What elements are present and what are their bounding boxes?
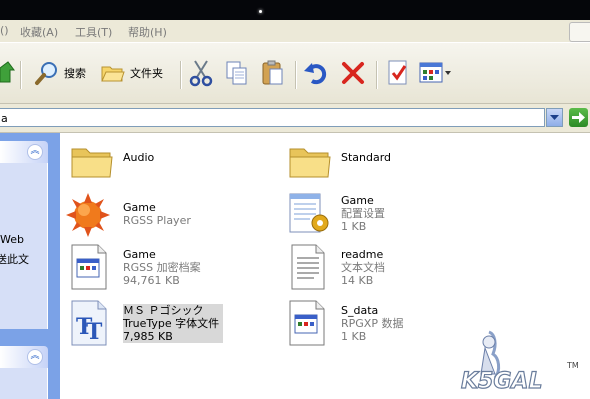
file-type: RGSS 加密档案 — [123, 261, 201, 274]
file-name: Standard — [341, 151, 392, 164]
file-item-game-config[interactable]: Game 配置设置 1 KB — [286, 191, 466, 243]
folder-icon — [71, 148, 113, 178]
folders-icon — [101, 66, 125, 82]
file-name: Game — [123, 201, 156, 214]
text-document-icon — [291, 244, 325, 290]
task-pane: ︽ Web 送此文 ︽ — [0, 133, 60, 399]
file-item-game-player[interactable]: Game RGSS Player — [64, 191, 244, 243]
file-item-sdata[interactable]: S_data RPGXP 数据 1 KB — [286, 299, 466, 351]
menu-item-partial[interactable]: () — [0, 24, 9, 37]
details-panel-header[interactable]: ︽ — [0, 346, 48, 368]
file-type: 文本文档 — [341, 261, 385, 274]
delete-x-icon — [342, 62, 364, 84]
svg-text:K5GAL: K5GAL — [461, 369, 542, 394]
task-panel-header[interactable]: ︽ — [0, 141, 48, 163]
details-panel-body — [0, 368, 48, 399]
file-item-readme[interactable]: readme 文本文档 14 KB — [286, 243, 466, 295]
address-bar: a — [0, 104, 590, 133]
file-size: 7,985 KB — [123, 330, 173, 343]
file-size: 94,761 KB — [123, 274, 180, 287]
menu-item-help[interactable]: 帮助(H) — [128, 24, 167, 40]
paste-button[interactable] — [260, 58, 286, 88]
go-button[interactable] — [569, 108, 588, 127]
file-name: Game — [341, 194, 374, 207]
views-icon — [419, 62, 451, 83]
search-icon — [35, 62, 57, 85]
task-panel-body: Web 送此文 — [0, 163, 48, 329]
file-type: TrueType 字体文件 — [123, 317, 220, 330]
menu-item-tools[interactable]: 工具(T) — [75, 24, 112, 40]
toolbar: 搜索 文件夹 — [0, 43, 590, 104]
cut-button[interactable] — [188, 58, 214, 88]
svg-text:T: T — [86, 319, 103, 345]
up-arrow-icon — [0, 61, 15, 83]
up-button[interactable] — [0, 58, 16, 88]
file-name: readme — [341, 248, 384, 261]
star-sparkle — [259, 10, 262, 13]
rgss-player-icon — [66, 193, 110, 237]
copy-button[interactable] — [224, 58, 250, 88]
menu-item-favorites[interactable]: 收藏(A) — [20, 24, 58, 40]
address-input[interactable]: a — [0, 108, 545, 127]
properties-button[interactable] — [386, 58, 410, 88]
task-link-web[interactable]: Web — [0, 233, 24, 246]
toolbar-separator — [376, 61, 378, 89]
copy-icon — [226, 61, 247, 85]
delete-button[interactable] — [340, 58, 366, 88]
collapse-icon[interactable]: ︽ — [27, 349, 43, 365]
undo-icon — [304, 63, 327, 85]
scissors-icon — [189, 60, 213, 87]
file-name: S_data — [341, 304, 379, 317]
folder-icon — [289, 148, 331, 178]
toolbar-separator — [180, 61, 182, 89]
undo-button[interactable] — [302, 58, 330, 88]
file-type: RPGXP 数据 — [341, 317, 404, 330]
window-logo-button — [569, 22, 590, 42]
k5gal-logo-icon: K5GAL TM — [460, 330, 579, 395]
file-item-game-archive[interactable]: Game RGSS 加密档案 94,761 KB — [68, 243, 268, 295]
file-type: RGSS Player — [123, 214, 191, 227]
folders-button[interactable]: 文件夹 — [100, 58, 163, 88]
file-size: 1 KB — [341, 220, 367, 233]
file-item-audio[interactable]: Audio — [68, 139, 248, 191]
file-name: Game — [123, 248, 156, 261]
file-name: ＭＳ Ｐゴシック — [123, 304, 204, 317]
config-settings-icon — [289, 193, 329, 233]
file-item-standard[interactable]: Standard — [286, 139, 466, 191]
task-link-send[interactable]: 送此文 — [0, 251, 29, 267]
archive-file-icon — [71, 244, 107, 290]
address-dropdown-button[interactable] — [546, 108, 563, 127]
chevron-down-icon — [550, 115, 559, 120]
file-name: Audio — [123, 151, 155, 164]
search-button[interactable]: 搜索 — [34, 58, 86, 88]
arrow-right-icon — [572, 112, 585, 123]
desktop-wallpaper-strip — [0, 0, 590, 20]
data-file-icon — [289, 300, 325, 346]
views-button[interactable] — [418, 58, 452, 88]
toolbar-separator — [20, 61, 22, 89]
svg-text:TM: TM — [566, 361, 579, 370]
file-item-font[interactable]: T T ＭＳ Ｐゴシック TrueType 字体文件 7,985 KB — [68, 299, 278, 351]
truetype-font-icon: T T — [71, 300, 107, 346]
collapse-icon[interactable]: ︽ — [27, 144, 43, 160]
address-value: a — [1, 112, 8, 125]
properties-icon — [388, 60, 407, 85]
menu-bar: () 收藏(A) 工具(T) 帮助(H) — [0, 20, 590, 43]
toolbar-separator — [295, 61, 297, 89]
file-size: 14 KB — [341, 274, 374, 287]
watermark-logo: K5GAL TM — [455, 328, 585, 396]
folders-label: 文件夹 — [130, 67, 163, 80]
file-size: 1 KB — [341, 330, 367, 343]
search-label: 搜索 — [64, 67, 86, 80]
file-type: 配置设置 — [341, 207, 385, 220]
paste-icon — [262, 60, 283, 85]
